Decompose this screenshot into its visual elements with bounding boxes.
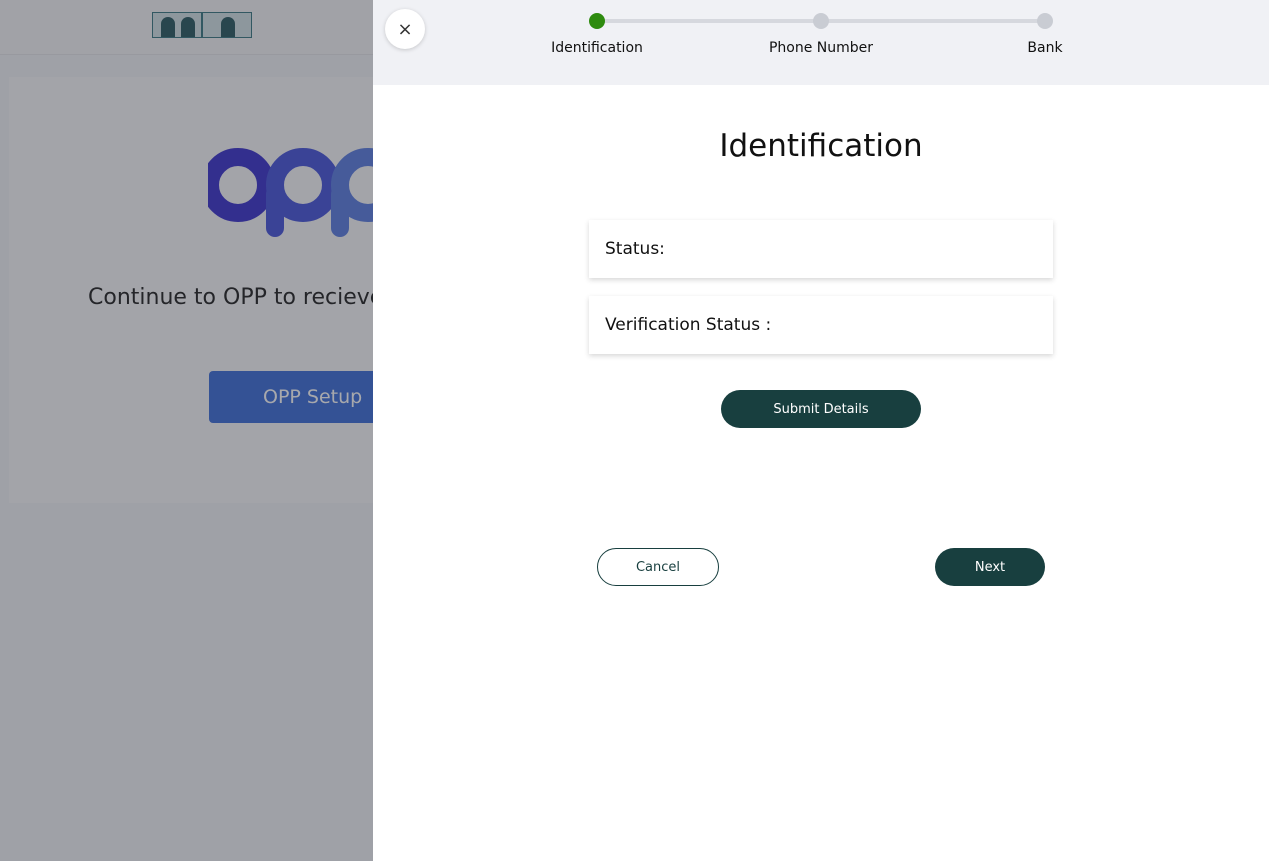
step-dot-bank[interactable] — [1037, 13, 1053, 29]
close-button[interactable]: × — [385, 9, 425, 49]
verification-status-label: Verification Status : — [605, 315, 772, 335]
next-button[interactable]: Next — [935, 548, 1045, 586]
step-label-bank[interactable]: Bank — [965, 40, 1125, 56]
status-label: Status: — [605, 239, 665, 259]
status-row: Status: — [589, 220, 1053, 278]
step-label-phone-number[interactable]: Phone Number — [741, 40, 901, 56]
verification-status-row: Verification Status : — [589, 296, 1053, 354]
cancel-button[interactable]: Cancel — [597, 548, 719, 586]
step-connector-2 — [821, 19, 1045, 23]
step-dot-phone-number[interactable] — [813, 13, 829, 29]
step-dot-identification[interactable] — [589, 13, 605, 29]
close-icon: × — [397, 18, 413, 40]
stepper: × Identification Phone Number Bank — [373, 0, 1269, 85]
section-title: Identification — [719, 128, 923, 164]
step-label-identification[interactable]: Identification — [517, 40, 677, 56]
submit-details-button[interactable]: Submit Details — [721, 390, 921, 428]
step-connector-1 — [597, 19, 821, 23]
identification-drawer: × Identification Phone Number Bank Ident… — [373, 0, 1269, 861]
